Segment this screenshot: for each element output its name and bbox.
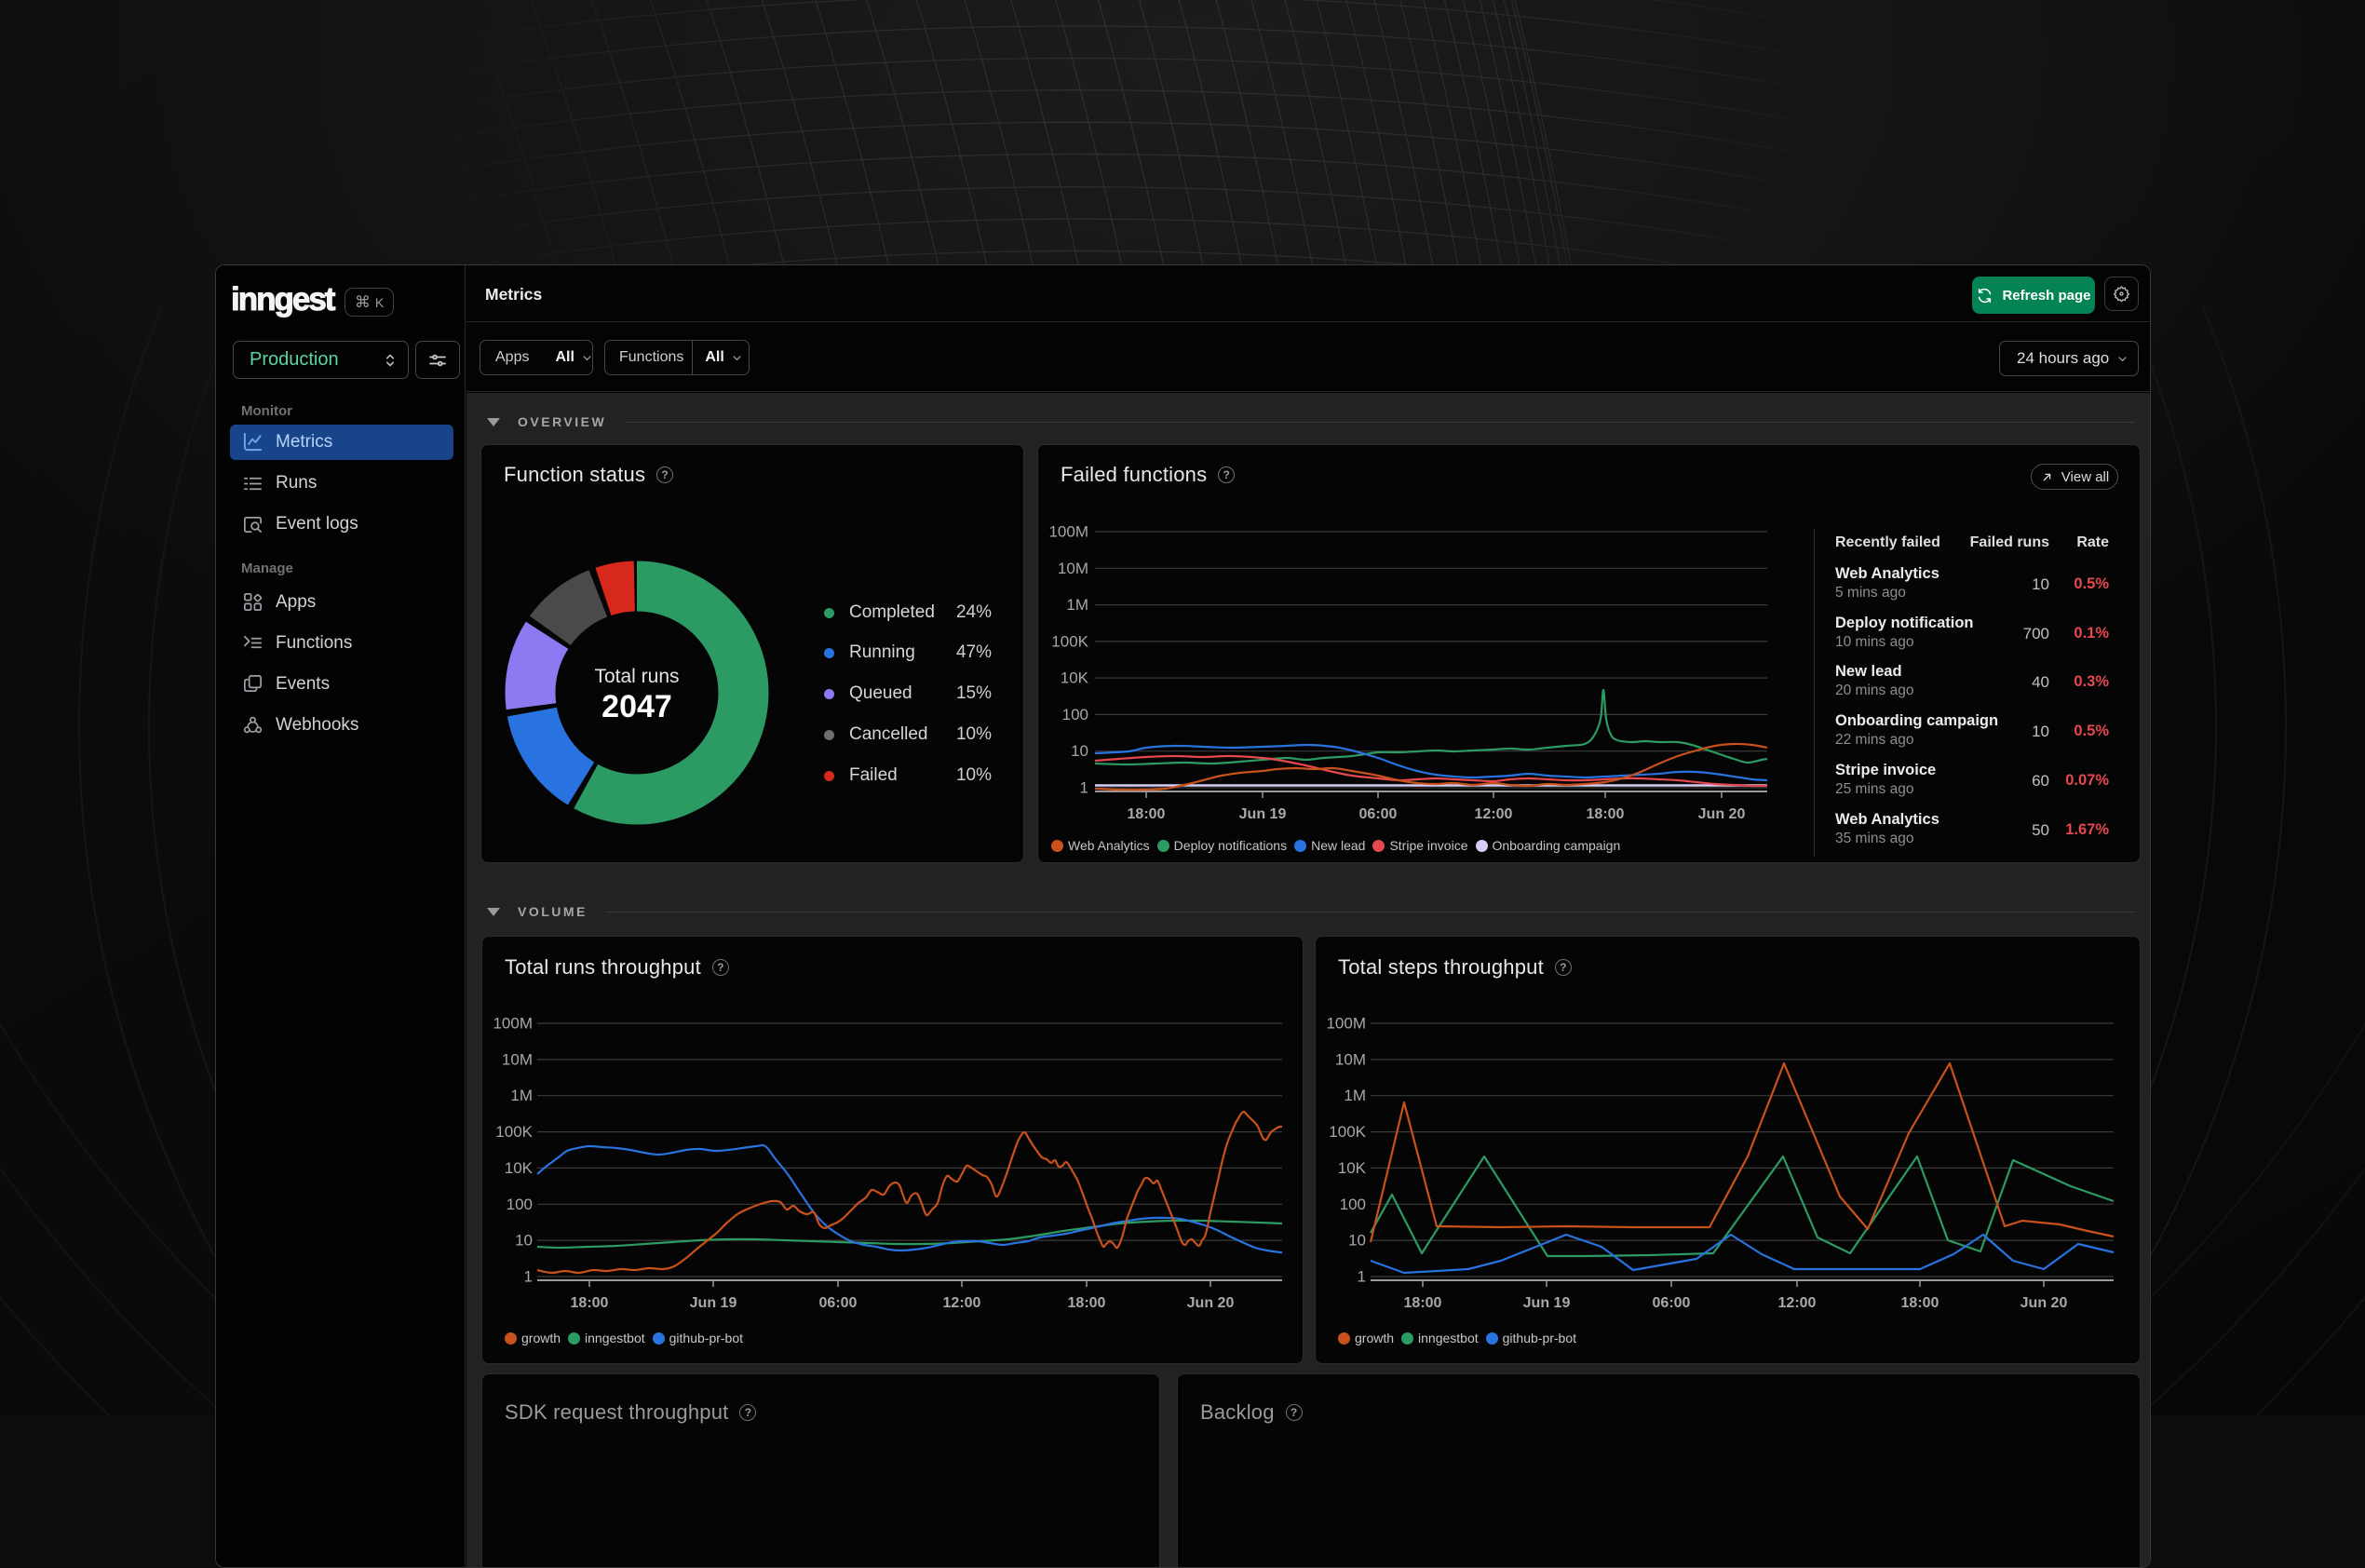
svg-text:10M: 10M bbox=[1335, 1050, 1366, 1068]
svg-text:Jun 19: Jun 19 bbox=[1239, 806, 1287, 822]
svg-text:18:00: 18:00 bbox=[571, 1295, 609, 1311]
svg-text:1M: 1M bbox=[510, 1087, 533, 1104]
svg-text:100K: 100K bbox=[1051, 632, 1088, 650]
svg-text:10M: 10M bbox=[1058, 560, 1088, 577]
svg-text:Total runs: Total runs bbox=[594, 666, 679, 687]
svg-text:100M: 100M bbox=[1326, 1015, 1366, 1033]
svg-text:100K: 100K bbox=[1329, 1123, 1366, 1141]
svg-text:12:00: 12:00 bbox=[1475, 806, 1513, 822]
svg-text:18:00: 18:00 bbox=[1901, 1295, 1939, 1311]
svg-text:10K: 10K bbox=[1338, 1159, 1367, 1177]
svg-text:1M: 1M bbox=[1066, 596, 1088, 614]
svg-text:Jun 20: Jun 20 bbox=[2020, 1295, 2068, 1311]
svg-text:06:00: 06:00 bbox=[1653, 1295, 1691, 1311]
svg-text:1: 1 bbox=[524, 1268, 533, 1286]
svg-text:10K: 10K bbox=[1061, 669, 1089, 687]
svg-text:10K: 10K bbox=[505, 1159, 534, 1177]
svg-text:2047: 2047 bbox=[601, 689, 672, 724]
svg-text:Jun 20: Jun 20 bbox=[1187, 1295, 1235, 1311]
svg-text:10: 10 bbox=[1348, 1232, 1366, 1250]
svg-text:06:00: 06:00 bbox=[1359, 806, 1398, 822]
svg-text:18:00: 18:00 bbox=[1587, 806, 1625, 822]
svg-text:12:00: 12:00 bbox=[943, 1295, 981, 1311]
svg-text:100K: 100K bbox=[495, 1123, 533, 1141]
svg-text:Jun 19: Jun 19 bbox=[690, 1295, 737, 1311]
svg-text:Jun 19: Jun 19 bbox=[1523, 1295, 1571, 1311]
svg-text:100: 100 bbox=[1340, 1196, 1366, 1213]
svg-text:Jun 20: Jun 20 bbox=[1698, 806, 1746, 822]
svg-text:10: 10 bbox=[515, 1232, 533, 1250]
svg-text:10: 10 bbox=[1071, 742, 1088, 760]
svg-text:1: 1 bbox=[1080, 779, 1088, 797]
svg-text:18:00: 18:00 bbox=[1068, 1295, 1106, 1311]
svg-text:18:00: 18:00 bbox=[1128, 806, 1166, 822]
svg-text:12:00: 12:00 bbox=[1778, 1295, 1817, 1311]
svg-text:10M: 10M bbox=[502, 1050, 533, 1068]
svg-text:1: 1 bbox=[1358, 1268, 1366, 1286]
svg-text:100M: 100M bbox=[1048, 523, 1088, 541]
svg-text:1M: 1M bbox=[1344, 1087, 1366, 1104]
svg-text:100M: 100M bbox=[493, 1015, 533, 1033]
svg-text:100: 100 bbox=[1062, 706, 1088, 723]
svg-text:18:00: 18:00 bbox=[1404, 1295, 1442, 1311]
svg-text:06:00: 06:00 bbox=[819, 1295, 858, 1311]
svg-text:100: 100 bbox=[507, 1196, 533, 1213]
